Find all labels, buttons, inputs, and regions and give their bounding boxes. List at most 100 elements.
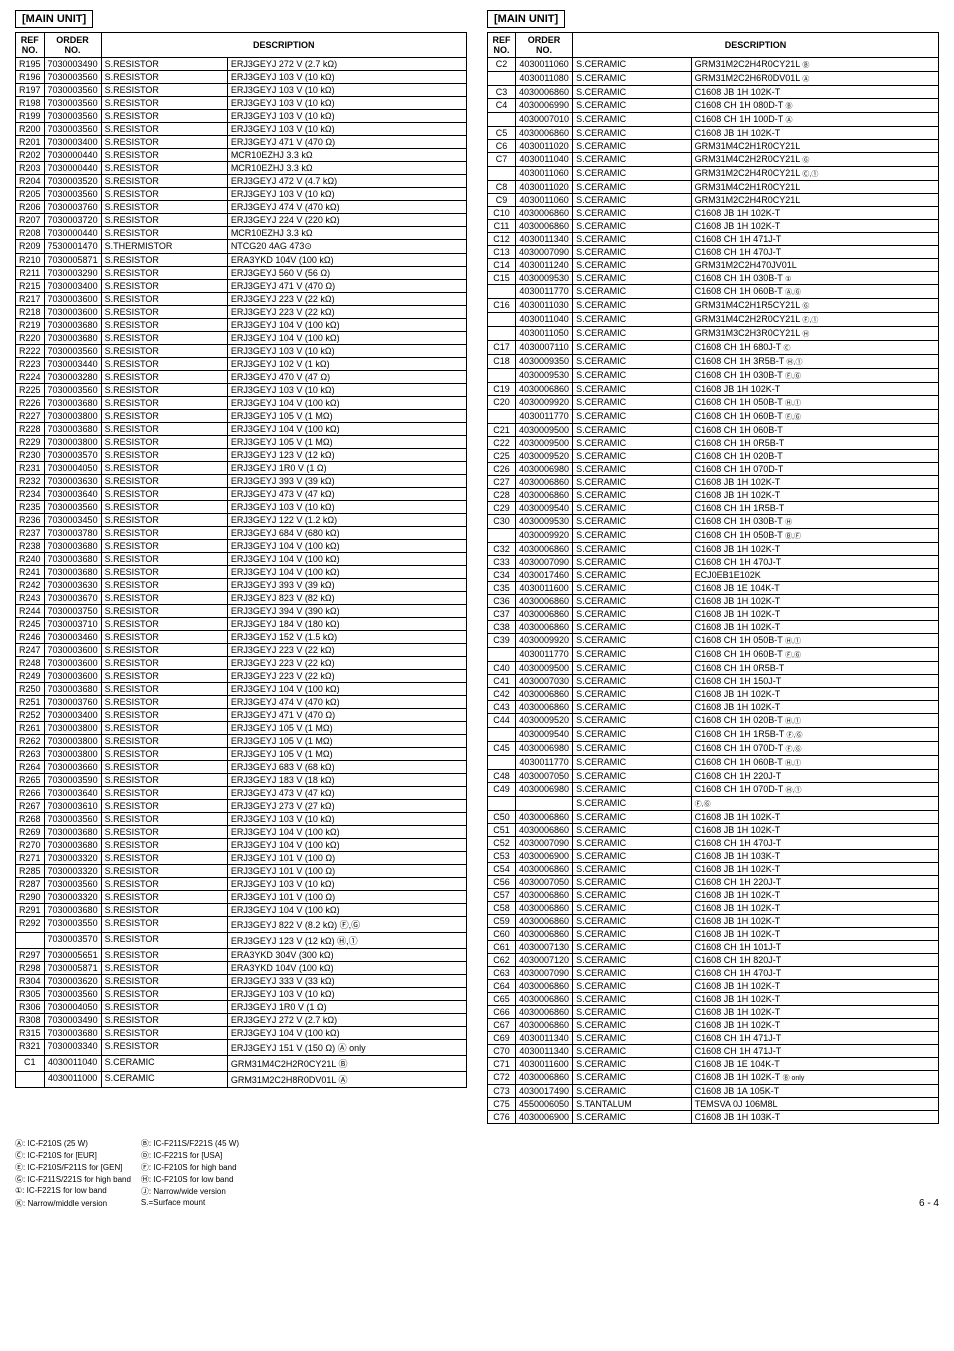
table-row: R250 7030003680 S.RESISTOR ERJ3GEYJ 104 … [16, 683, 467, 696]
table-row: R241 7030003680 S.RESISTOR ERJ3GEYJ 104 … [16, 566, 467, 579]
desc: C1608 JB 1H 102K-T [691, 889, 938, 902]
table-row: R197 7030003560 S.RESISTOR ERJ3GEYJ 103 … [16, 84, 467, 97]
ref-no: C30 [488, 515, 516, 529]
table-row: 7030003570 S.RESISTOR ERJ3GEYJ 123 V (12… [16, 933, 467, 949]
ref-no: R223 [16, 358, 45, 371]
desc: ERJ3GEYJ 103 V (10 kΩ) [227, 123, 466, 136]
type: S.CERAMIC [101, 1072, 227, 1088]
order-no: 7030003560 [44, 110, 101, 123]
table-row: R204 7030003520 S.RESISTOR ERJ3GEYJ 472 … [16, 175, 467, 188]
table-row: C60 4030006860 S.CERAMIC C1608 JB 1H 102… [488, 928, 939, 941]
table-row: 4030009530 S.CERAMIC C1608 CH 1H 030B-T … [488, 369, 939, 383]
type: S.CERAMIC [573, 582, 692, 595]
order-no: 7030003680 [44, 319, 101, 332]
desc: ERJ3GEYJ 394 V (390 kΩ) [227, 605, 466, 618]
type: S.CERAMIC [573, 529, 692, 543]
table-row: R290 7030003320 S.RESISTOR ERJ3GEYJ 101 … [16, 891, 467, 904]
desc: C1608 CH 1H 030B-T Ⓗ [691, 515, 938, 529]
desc: ERJ3GEYJ 471 V (470 Ω) [227, 136, 466, 149]
table-row: C65 4030006860 S.CERAMIC C1608 JB 1H 102… [488, 993, 939, 1006]
order-no: 4030006980 [516, 742, 573, 756]
ref-no: C54 [488, 863, 516, 876]
table-row: R264 7030003660 S.RESISTOR ERJ3GEYJ 683 … [16, 761, 467, 774]
type: S.RESISTOR [101, 949, 227, 962]
order-no: 4030009920 [516, 396, 573, 410]
order-no: 4030011060 [516, 58, 573, 72]
table-row: C27 4030006860 S.CERAMIC C1608 JB 1H 102… [488, 476, 939, 489]
table-row: R225 7030003560 S.RESISTOR ERJ3GEYJ 103 … [16, 384, 467, 397]
desc: ERJ3GEYJ 103 V (10 kΩ) [227, 501, 466, 514]
order-no: 7030003680 [44, 566, 101, 579]
order-no: 4030009500 [516, 424, 573, 437]
ref-no: R266 [16, 787, 45, 800]
type: S.RESISTOR [101, 1001, 227, 1014]
order-no: 4030009530 [516, 369, 573, 383]
order-no: 7030003570 [44, 449, 101, 462]
type: S.CERAMIC [573, 489, 692, 502]
desc: C1608 CH 1H 0R5B-T [691, 662, 938, 675]
desc: GRM31M4C2H1R0CY21L [691, 140, 938, 153]
table-row: C20 4030009920 S.CERAMIC C1608 CH 1H 050… [488, 396, 939, 410]
desc: ERJ3GEYJ 122 V (1.2 kΩ) [227, 514, 466, 527]
order-no: 7030003800 [44, 748, 101, 761]
table-row: C1 4030011040 S.CERAMIC GRM31M4C2H2R0CY2… [16, 1056, 467, 1072]
type: S.CERAMIC [573, 437, 692, 450]
type: S.CERAMIC [573, 167, 692, 181]
table-row: R305 7030003560 S.RESISTOR ERJ3GEYJ 103 … [16, 988, 467, 1001]
type: S.CERAMIC [573, 207, 692, 220]
table-row: 4030009920 S.CERAMIC C1608 CH 1H 050B-T … [488, 529, 939, 543]
type: S.RESISTOR [101, 988, 227, 1001]
type: S.CERAMIC [573, 850, 692, 863]
desc: C1608 JB 1H 102K-T [691, 701, 938, 714]
right-col-order: ORDERNO. [516, 33, 573, 58]
desc: Ⓕ,Ⓖ [691, 797, 938, 811]
order-no: 4030011340 [516, 1032, 573, 1045]
desc: ERJ3GEYJ 1R0 V (1 Ω) [227, 462, 466, 475]
desc: ERJ3GEYJ 822 V (8.2 kΩ) Ⓕ,Ⓖ [227, 917, 466, 933]
footer-note-c: Ⓒ: IC-F210S for [EUR] [15, 1150, 131, 1161]
table-row: C9 4030011060 S.CERAMIC GRM31M2C2H4R0CY2… [488, 194, 939, 207]
table-row: C26 4030006980 S.CERAMIC C1608 CH 1H 070… [488, 463, 939, 476]
type: S.CERAMIC [573, 515, 692, 529]
ref-no: R248 [16, 657, 45, 670]
table-row: R245 7030003710 S.RESISTOR ERJ3GEYJ 184 … [16, 618, 467, 631]
desc: ERJ3GEYJ 223 V (22 kΩ) [227, 293, 466, 306]
table-row: C75 4550006050 S.TANTALUM TEMSVA 0J 106M… [488, 1098, 939, 1111]
order-no: 7530001470 [44, 240, 101, 254]
desc: C1608 JB 1H 102K-T [691, 1006, 938, 1019]
ref-no [488, 529, 516, 543]
desc: ERJ3GEYJ 105 V (1 MΩ) [227, 748, 466, 761]
type: S.CERAMIC [573, 127, 692, 140]
table-row: 4030011040 S.CERAMIC GRM31M4C2H2R0CY21L … [488, 313, 939, 327]
desc: ERJ3GEYJ 103 V (10 kΩ) [227, 71, 466, 84]
footer-note-a: Ⓐ: IC-F210S (25 W) [15, 1138, 131, 1149]
type: S.CERAMIC [573, 476, 692, 489]
type: S.CERAMIC [573, 1032, 692, 1045]
order-no: 4030011000 [44, 1072, 101, 1088]
order-no: 7030003780 [44, 527, 101, 540]
ref-no: C63 [488, 967, 516, 980]
order-no: 4030011040 [516, 153, 573, 167]
ref-no: R232 [16, 475, 45, 488]
type: S.RESISTOR [101, 644, 227, 657]
desc: C1608 JB 1H 102K-T [691, 127, 938, 140]
footer-note-1: ①: IC-F221S for low band [15, 1186, 131, 1197]
page-number: 6 - 4 [919, 1198, 939, 1209]
desc: ERJ3GEYJ 471 V (470 Ω) [227, 709, 466, 722]
table-row: C71 4030011600 S.CERAMIC C1608 JB 1E 104… [488, 1058, 939, 1071]
table-row: R236 7030003450 S.RESISTOR ERJ3GEYJ 122 … [16, 514, 467, 527]
desc: ERJ3GEYJ 184 V (180 kΩ) [227, 618, 466, 631]
desc: C1608 JB 1H 102K-T [691, 928, 938, 941]
order-no: 7030003550 [44, 917, 101, 933]
order-no: 4030011340 [516, 1045, 573, 1058]
desc: ERJ3GEYJ 101 V (100 Ω) [227, 852, 466, 865]
ref-no: C34 [488, 569, 516, 582]
order-no: 4030006860 [516, 1071, 573, 1085]
ref-no: C1 [16, 1056, 45, 1072]
type: S.TANTALUM [573, 1098, 692, 1111]
type: S.CERAMIC [573, 928, 692, 941]
ref-no: C42 [488, 688, 516, 701]
desc: ERJ3GEYJ 223 V (22 kΩ) [227, 657, 466, 670]
type: S.RESISTOR [101, 358, 227, 371]
table-row: C50 4030006860 S.CERAMIC C1608 JB 1H 102… [488, 811, 939, 824]
